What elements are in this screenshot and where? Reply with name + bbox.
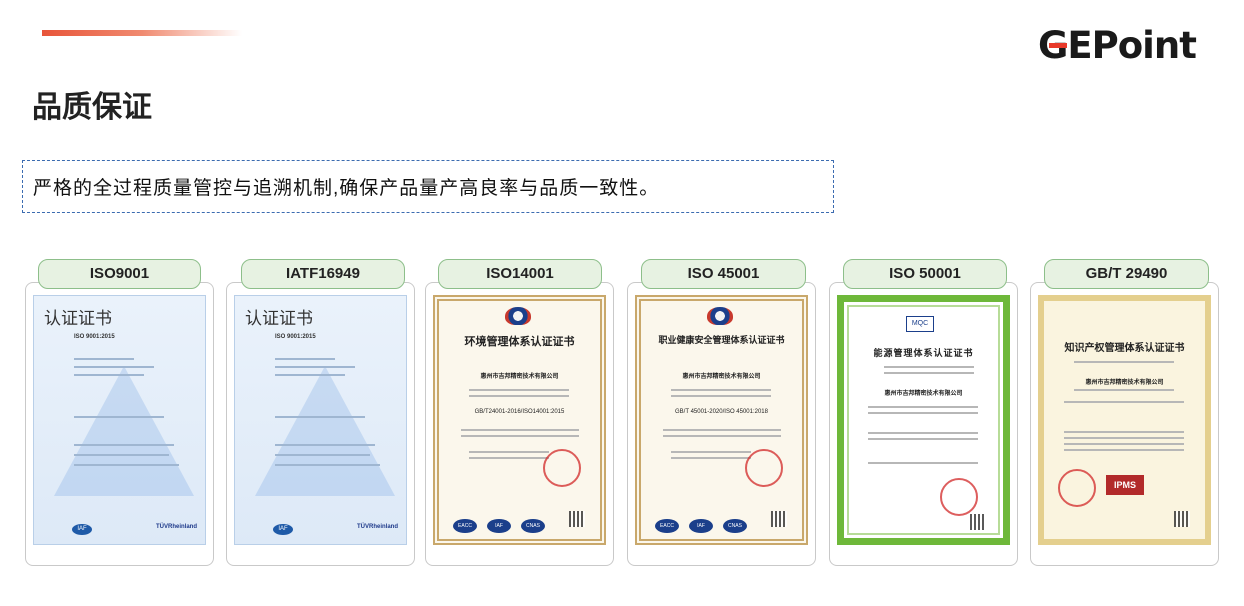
certificate-title: 认证证书 <box>245 309 313 329</box>
red-seal-icon <box>1058 469 1096 507</box>
certificate-image: 认证证书 ISO 9001:2015 IAF TÜVRheinland <box>33 295 206 545</box>
cert-tag-iso45001: ISO 45001 <box>641 259 806 289</box>
cert-card-gbt29490: 知识产权管理体系认证证书 惠州市吉邦精密技术有限公司 IPMS <box>1030 282 1219 566</box>
red-seal-icon <box>745 449 783 487</box>
qr-code-icon <box>1174 511 1190 527</box>
certificate-company: 惠州市吉邦精密技术有限公司 <box>682 374 761 380</box>
red-seal-icon <box>543 449 581 487</box>
cert-card-iso50001: MQC 能源管理体系认证证书 惠州市吉邦精密技术有限公司 <box>829 282 1018 566</box>
certificate-standard: ISO 9001:2015 <box>275 334 316 340</box>
certificate-title: 能源管理体系认证证书 <box>873 348 974 358</box>
certificate-image: 环境管理体系认证证书 惠州市吉邦精密技术有限公司 GB/T24001-2016/… <box>433 295 606 545</box>
cert-card-iso14001: 环境管理体系认证证书 惠州市吉邦精密技术有限公司 GB/T24001-2016/… <box>425 282 614 566</box>
certificate-title: 职业健康安全管理体系认证证书 <box>658 335 785 345</box>
slogan-box: 严格的全过程质量管控与追溯机制,确保产品量产高良率与品质一致性。 <box>22 160 834 213</box>
qr-code-icon <box>569 511 585 527</box>
certificate-company: 惠州市吉邦精密技术有限公司 <box>884 391 963 397</box>
cert-card-iatf16949: 认证证书 ISO 9001:2015 IAF TÜVRheinland <box>226 282 415 566</box>
cert-tag-iatf16949: IATF16949 <box>241 259 405 289</box>
cert-tag-iso9001: ISO9001 <box>38 259 201 289</box>
certificate-standard: ISO 9001:2015 <box>74 334 115 340</box>
slogan-text: 严格的全过程质量管控与追溯机制,确保产品量产高良率与品质一致性。 <box>33 178 660 199</box>
cert-card-iso45001: 职业健康安全管理体系认证证书 惠州市吉邦精密技术有限公司 GB/T 45001-… <box>627 282 816 566</box>
certificate-image: MQC 能源管理体系认证证书 惠州市吉邦精密技术有限公司 <box>837 295 1010 545</box>
page-title: 品质保证 <box>32 91 152 124</box>
eacc-emblem-icon <box>505 307 531 325</box>
accent-bar <box>42 30 242 36</box>
cert-tag-iso50001: ISO 50001 <box>843 259 1007 289</box>
ipms-logo-icon: IPMS <box>1106 475 1144 495</box>
cert-tag-iso14001: ISO14001 <box>438 259 602 289</box>
eacc-emblem-icon <box>707 307 733 325</box>
certificate-title: 认证证书 <box>44 309 112 329</box>
cert-card-iso9001: 认证证书 ISO 9001:2015 IAF TÜVRheinland <box>25 282 214 566</box>
certificate-image: 认证证书 ISO 9001:2015 IAF TÜVRheinland <box>234 295 407 545</box>
certificate-standard: GB/T 45001-2020/ISO 45001:2018 <box>675 409 768 415</box>
certificate-image: 职业健康安全管理体系认证证书 惠州市吉邦精密技术有限公司 GB/T 45001-… <box>635 295 808 545</box>
mqc-logo-icon: MQC <box>906 316 934 332</box>
certificate-standard: GB/T24001-2016/ISO14001:2015 <box>474 409 565 415</box>
gepoint-logo: GEPoint <box>1038 24 1197 68</box>
red-seal-icon <box>940 478 978 516</box>
cert-tag-gbt29490: GB/T 29490 <box>1044 259 1209 289</box>
certificate-title: 知识产权管理体系认证证书 <box>1064 343 1185 354</box>
qr-code-icon <box>771 511 787 527</box>
certificate-image: 知识产权管理体系认证证书 惠州市吉邦精密技术有限公司 IPMS <box>1038 295 1211 545</box>
certificate-company: 惠州市吉邦精密技术有限公司 <box>480 374 559 380</box>
certificate-company: 惠州市吉邦精密技术有限公司 <box>1085 380 1164 386</box>
qr-code-icon <box>970 514 986 530</box>
certificate-title: 环境管理体系认证证书 <box>464 336 575 348</box>
